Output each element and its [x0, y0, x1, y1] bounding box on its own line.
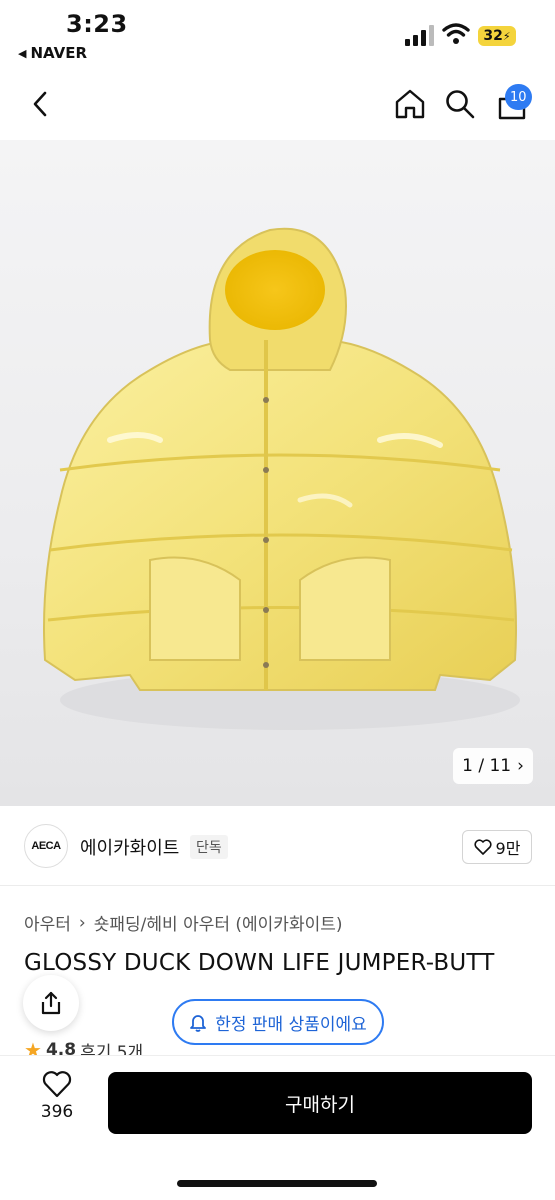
breadcrumb-category[interactable]: 아우터 [24, 910, 71, 935]
gallery-counter: 1 / 11 [462, 756, 512, 776]
heart-outline-icon [474, 839, 492, 855]
wishlist-button[interactable]: 396 [26, 1070, 88, 1134]
exclusive-tag: 단독 [190, 835, 228, 859]
wishlist-count: 396 [40, 1102, 74, 1122]
battery-level: 32 [483, 28, 503, 44]
back-triangle-icon: ◀ [18, 46, 27, 60]
battery-indicator: 32 ⚡ [478, 26, 516, 46]
chevron-right-icon: › [517, 756, 524, 776]
status-time: 3:23 [66, 10, 128, 38]
cellular-signal-icon [405, 25, 434, 46]
top-nav [0, 72, 555, 138]
brand-like-button[interactable]: 9만 [462, 830, 532, 864]
limited-sale-badge: 한정 판매 상품이에요 [172, 999, 384, 1045]
back-chevron-icon [33, 91, 47, 117]
brand-row: AECA 에이카화이트 단독 9만 [0, 806, 555, 886]
gallery-counter-button[interactable]: 1 / 11 › [453, 748, 533, 784]
brand-like-count: 9만 [495, 839, 521, 858]
home-icon [395, 89, 425, 119]
back-to-app-link[interactable]: ◀ NAVER [18, 44, 87, 62]
bell-icon [190, 1015, 207, 1032]
back-button[interactable] [18, 82, 62, 126]
share-icon [41, 991, 61, 1015]
heart-outline-icon [42, 1071, 72, 1098]
yellow-down-jacket-image [43, 227, 520, 730]
product-image-carousel[interactable] [0, 140, 555, 806]
brand-name[interactable]: 에이카화이트 [80, 834, 179, 860]
breadcrumb: 아우터 › 숏패딩/헤비 아우터 (에이카화이트) [24, 910, 343, 936]
chevron-right-icon: › [78, 912, 86, 933]
home-indicator[interactable] [177, 1180, 377, 1187]
buy-button[interactable]: 구매하기 [108, 1072, 532, 1134]
status-bar: 3:23 ◀ NAVER 32 ⚡ [0, 0, 555, 72]
breadcrumb-subcategory[interactable]: 숏패딩/헤비 아우터 (에이카화이트) [94, 910, 343, 935]
search-button[interactable] [438, 82, 482, 126]
back-app-label: NAVER [30, 44, 88, 62]
search-icon [446, 90, 475, 119]
limited-sale-text: 한정 판매 상품이에요 [215, 1014, 367, 1035]
wifi-icon [442, 23, 470, 44]
cart-count-badge: 10 [505, 84, 532, 110]
home-button[interactable] [388, 82, 432, 126]
brand-logo[interactable]: AECA [24, 824, 68, 868]
product-title: GLOSSY DUCK DOWN LIFE JUMPER-BUTT [24, 950, 495, 976]
charging-bolt-icon: ⚡ [502, 29, 511, 43]
share-button[interactable] [23, 975, 79, 1031]
